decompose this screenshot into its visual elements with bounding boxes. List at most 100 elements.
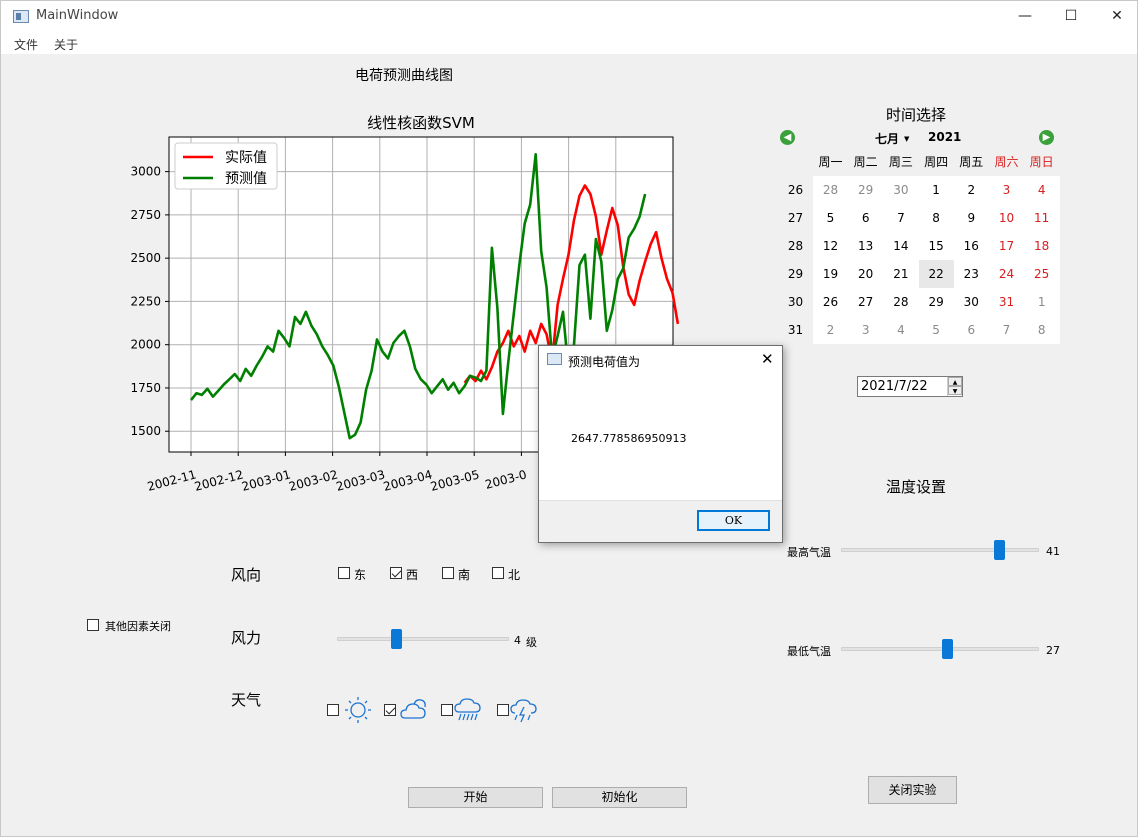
calendar-day[interactable]: 6 xyxy=(954,316,989,344)
wind-dir-checkbox-0[interactable] xyxy=(338,567,350,579)
weekday-header: 周六 xyxy=(994,155,1019,169)
title-bar: MainWindow — ☐ ✕ xyxy=(1,1,1137,32)
calendar-month[interactable]: 七月 xyxy=(875,130,899,147)
rain-icon xyxy=(454,698,481,721)
x-tick-label: 2003-01 xyxy=(240,467,292,494)
calendar-day[interactable]: 20 xyxy=(848,260,883,288)
weather-label: 天气 xyxy=(231,691,262,709)
weather-thunderstorm-checkbox[interactable] xyxy=(497,704,509,716)
menu-about[interactable]: 关于 xyxy=(54,36,78,53)
close-experiment-button[interactable]: 关闭实验 xyxy=(868,776,957,804)
weather-rain-checkbox[interactable] xyxy=(441,704,453,716)
wind-dir-checkbox-1[interactable] xyxy=(390,567,402,579)
init-button[interactable]: 初始化 xyxy=(552,787,687,808)
calendar-day[interactable]: 5 xyxy=(813,204,848,232)
calendar-day[interactable]: 30 xyxy=(883,176,918,204)
minimize-button[interactable]: — xyxy=(1002,1,1048,32)
start-button[interactable]: 开始 xyxy=(408,787,543,808)
calendar-day[interactable]: 7 xyxy=(883,204,918,232)
dialog-title: 预测电荷值为 xyxy=(568,355,641,369)
calendar-day[interactable]: 5 xyxy=(919,316,954,344)
calendar-day[interactable]: 4 xyxy=(1024,176,1059,204)
wind-force-track[interactable] xyxy=(337,637,509,641)
calendar-day[interactable]: 7 xyxy=(989,316,1024,344)
calendar-day[interactable]: 23 xyxy=(954,260,989,288)
calendar-day[interactable]: 9 xyxy=(954,204,989,232)
calendar-day[interactable]: 11 xyxy=(1024,204,1059,232)
date-spin[interactable]: ▲ ▼ xyxy=(947,377,962,396)
calendar-day[interactable]: 3 xyxy=(848,316,883,344)
y-tick-label: 1500 xyxy=(130,424,161,438)
calendar-year[interactable]: 2021 xyxy=(928,130,961,144)
spin-down-icon[interactable]: ▼ xyxy=(948,386,962,395)
calendar-day[interactable]: 26 xyxy=(813,288,848,316)
calendar-day[interactable]: 8 xyxy=(919,204,954,232)
max-temp-label: 最高气温 xyxy=(787,546,831,559)
min-temp-track[interactable] xyxy=(841,647,1039,651)
calendar-day[interactable]: 28 xyxy=(813,176,848,204)
next-month-icon[interactable]: ▶ xyxy=(1039,130,1054,145)
menu-bar: 文件 关于 xyxy=(1,32,1137,54)
spin-up-icon[interactable]: ▲ xyxy=(948,377,962,386)
min-temp-slider[interactable] xyxy=(941,639,953,659)
calendar-day[interactable]: 14 xyxy=(883,232,918,260)
y-tick-label: 1750 xyxy=(130,381,161,395)
calendar-day[interactable]: 29 xyxy=(919,288,954,316)
max-temp-slider[interactable] xyxy=(994,540,1006,560)
menu-file[interactable]: 文件 xyxy=(14,36,38,53)
dialog-close-icon[interactable]: ✕ xyxy=(761,350,774,368)
week-number: 26 xyxy=(787,183,804,197)
cloudy-icon xyxy=(400,699,426,719)
calendar-day[interactable]: 22 xyxy=(918,260,954,288)
date-edit[interactable]: 2021/7/22 ▲ ▼ xyxy=(857,376,963,397)
calendar-day[interactable]: 27 xyxy=(848,288,883,316)
calendar-day[interactable]: 6 xyxy=(848,204,883,232)
calendar-day[interactable]: 13 xyxy=(848,232,883,260)
calendar-day[interactable]: 21 xyxy=(883,260,918,288)
weekday-header: 周三 xyxy=(888,155,913,169)
calendar-day[interactable]: 4 xyxy=(883,316,918,344)
calendar-day[interactable]: 8 xyxy=(1024,316,1059,344)
calendar-day[interactable]: 1 xyxy=(919,176,954,204)
max-temp-track[interactable] xyxy=(841,548,1039,552)
calendar-day[interactable]: 15 xyxy=(919,232,954,260)
calendar-day[interactable]: 17 xyxy=(989,232,1024,260)
calendar-nav: ◀ 七月 ▼ 2021 ▶ xyxy=(778,126,1060,148)
app-icon xyxy=(13,10,29,23)
week-number: 31 xyxy=(787,323,804,337)
maximize-button[interactable]: ☐ xyxy=(1048,1,1094,32)
wind-force-label: 风力 xyxy=(231,629,262,647)
calendar-day[interactable]: 10 xyxy=(989,204,1024,232)
calendar-day[interactable]: 1 xyxy=(1024,288,1059,316)
calendar-body: 周一 周二 周三 周四 周五 周六 周日 26 28 29 30 1 2 3 4 27 5 6 7 8 9 10 11 28 1… xyxy=(778,148,1060,347)
month-dropdown-icon[interactable]: ▼ xyxy=(904,135,909,143)
calendar-day[interactable]: 24 xyxy=(989,260,1024,288)
calendar-day[interactable]: 2 xyxy=(954,176,989,204)
other-factors-checkbox[interactable] xyxy=(87,619,99,631)
chart-title: 线性核函数SVM xyxy=(367,114,475,132)
x-tick-label: 2002-11 xyxy=(146,467,198,494)
calendar-day[interactable]: 30 xyxy=(954,288,989,316)
calendar-day[interactable]: 19 xyxy=(813,260,848,288)
wind-force-slider[interactable] xyxy=(390,629,402,649)
calendar-day[interactable]: 16 xyxy=(954,232,989,260)
week-number: 27 xyxy=(787,211,804,225)
weather-sun-checkbox[interactable] xyxy=(327,704,339,716)
calendar-day[interactable]: 3 xyxy=(989,176,1024,204)
calendar-day[interactable]: 29 xyxy=(848,176,883,204)
ok-button[interactable]: OK xyxy=(697,510,770,531)
calendar-widget: ◀ 七月 ▼ 2021 ▶ 周一 周二 周三 周四 周五 周六 周日 26 28 29 30 1 2 3 4… xyxy=(778,126,1060,347)
calendar-day[interactable]: 2 xyxy=(813,316,848,344)
close-window-button[interactable]: ✕ xyxy=(1094,1,1138,32)
calendar-day[interactable]: 12 xyxy=(813,232,848,260)
min-temp-label: 最低气温 xyxy=(787,645,831,658)
wind-dir-checkbox-3[interactable] xyxy=(492,567,504,579)
calendar-day[interactable]: 25 xyxy=(1024,260,1059,288)
wind-dir-checkbox-2[interactable] xyxy=(442,567,454,579)
weather-cloudy-checkbox[interactable] xyxy=(384,704,396,716)
calendar-day[interactable]: 18 xyxy=(1024,232,1059,260)
date-edit-value: 2021/7/22 xyxy=(861,379,928,394)
calendar-day[interactable]: 31 xyxy=(989,288,1024,316)
calendar-day[interactable]: 28 xyxy=(883,288,918,316)
prev-month-icon[interactable]: ◀ xyxy=(780,130,795,145)
